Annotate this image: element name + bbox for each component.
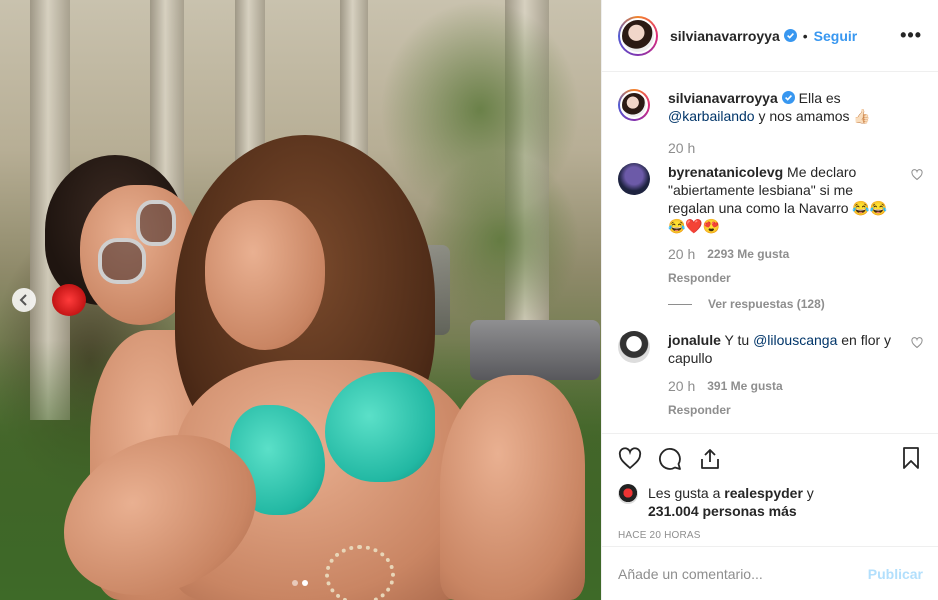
likes-prefix: Les gusta a [648,485,725,501]
bracelets [325,545,395,600]
caption: silvianavarroyya Ella es @karbailando y … [618,89,923,157]
post-header: silvianavarroyya • Seguir ••• [602,0,938,72]
comment-username[interactable]: jonalule [668,332,721,348]
reply-button[interactable]: Responder [668,269,895,287]
sunglasses [136,200,176,246]
comment-mention[interactable]: @lilouscanga [753,332,837,348]
view-replies-line [668,303,692,305]
comment-likes[interactable]: 2293 Me gusta [707,245,789,263]
share-icon[interactable] [698,447,722,471]
commenter-avatar[interactable] [618,331,650,363]
knee [440,375,585,600]
lounger [470,320,600,380]
comment-item: jonalule Y tu @lilouscanga en flor y cap… [618,331,923,419]
caption-text: Ella es [798,90,841,106]
caption-time[interactable]: 20 h [668,139,695,157]
bookmark-icon [903,446,919,469]
separator-dot: • [802,27,808,44]
view-replies-label: Ver respuestas (128) [708,297,825,311]
comment-icon[interactable] [658,447,682,471]
author-username[interactable]: silvianavarroyya [670,28,780,44]
more-options-icon[interactable]: ••• [900,25,922,46]
carousel-dot [292,580,298,586]
caption-text-end: y nos amamos 👍🏻 [754,108,871,124]
comment-input[interactable] [618,565,868,582]
comment-username[interactable]: byrenatanicolevg [668,164,783,180]
comment-item: byrenatanicolevg Me declaro "abiertament… [618,163,923,287]
comment-time[interactable]: 20 h [668,245,695,263]
sunglasses [98,238,146,284]
follow-button[interactable]: Seguir [814,28,858,44]
author-avatar[interactable] [618,15,658,56]
comments-list[interactable]: silvianavarroyya Ella es @karbailando y … [602,73,938,433]
liker-avatar[interactable] [618,484,638,504]
heart-icon[interactable] [911,169,923,181]
verified-badge-icon [781,91,795,104]
reply-button[interactable]: Responder [668,401,895,419]
post-panel: silvianavarroyya • Seguir ••• silvianava… [601,0,938,600]
add-comment-bar: Publicar [602,546,938,600]
chevron-left-icon [19,294,27,306]
likes-summary: Les gusta a realespyder y 231.004 person… [618,484,923,520]
heart-icon[interactable] [618,447,642,471]
post-photo[interactable] [0,0,601,600]
author-avatar[interactable] [618,89,650,121]
comment-likes[interactable]: 391 Me gusta [707,377,782,395]
carousel-dot-active [302,580,308,586]
face [205,200,325,350]
heart-icon[interactable] [911,337,923,349]
view-replies-button[interactable]: Ver respuestas (128) [668,297,923,311]
commenter-avatar[interactable] [618,163,650,195]
previous-photo-button[interactable] [12,288,36,312]
post-actions: Les gusta a realespyder y 231.004 person… [602,433,938,541]
save-button[interactable] [899,446,923,473]
comment-text: Y tu [724,332,754,348]
caption-mention[interactable]: @karbailando [668,108,755,124]
caption-username[interactable]: silvianavarroyya [668,90,778,106]
comment-time[interactable]: 20 h [668,377,695,395]
carousel-indicator [292,580,308,586]
publish-button[interactable]: Publicar [868,566,923,582]
hibiscus-flower [52,284,86,316]
likes-count[interactable]: 231.004 personas más [648,503,797,519]
verified-badge-icon [783,29,797,42]
likes-conj: y [802,485,814,501]
post-timestamp[interactable]: HACE 20 HORAS [618,530,923,541]
liker-username[interactable]: realespyder [724,485,803,501]
